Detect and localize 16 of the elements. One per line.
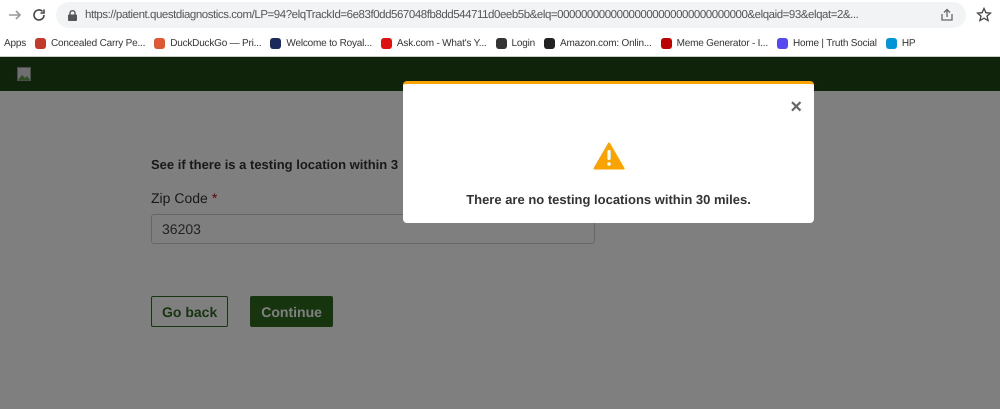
field-label: Zip Code	[151, 190, 208, 206]
form-heading: See if there is a testing location within 3	[151, 157, 400, 172]
bookmark-item[interactable]: Home | Truth Social	[776, 38, 877, 48]
bookmark-item[interactable]: Concealed Carry Pe...	[35, 38, 146, 48]
bookmark-item[interactable]: DuckDuckGo — Pri...	[154, 38, 262, 48]
close-button[interactable]: ×	[790, 98, 802, 116]
bookmark-item[interactable]: Welcome to Royal...	[270, 38, 372, 48]
bookmark-item[interactable]: HP	[886, 38, 916, 48]
bookmark-item[interactable]: Apps	[4, 38, 26, 48]
bookmark-item[interactable]: Login	[496, 38, 535, 48]
address-bar[interactable]: https://patient.questdiagnostics.com/LP=94?elqTrackId=6e83f0dd567048fb8dd544711d0eeb5b&elq=00000000000000000000000000000000&elqaid=93&elqat=2&...	[56, 2, 966, 28]
bookmark-item[interactable]: Ask.com - What's Y...	[380, 38, 487, 48]
bookmark-item[interactable]: Meme Generator - I...	[660, 38, 768, 48]
required-mark: *	[212, 190, 218, 206]
alert-message: There are no testing locations within 30 miles.	[466, 192, 751, 207]
bookmark-item[interactable]: Amazon.com: Onlin...	[544, 38, 652, 48]
